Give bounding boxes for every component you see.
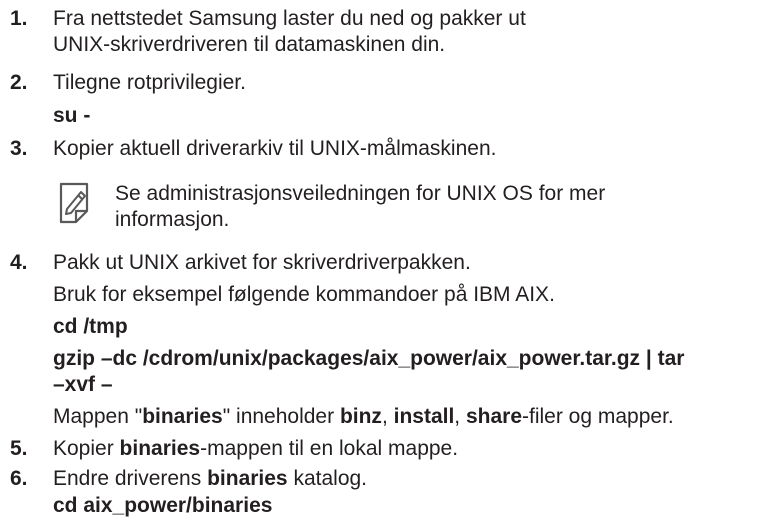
step-number: 1.: [10, 7, 28, 30]
bold-term: binaries: [142, 405, 223, 428]
note-pencil-icon: [59, 182, 89, 224]
instruction-page: 1. Fra nettstedet Samsung laster du ned …: [0, 0, 773, 518]
note-text: informasjon.: [115, 208, 230, 231]
step-number: 5.: [10, 437, 28, 460]
step-number: 6.: [10, 467, 28, 490]
text-run: Endre driverens: [53, 467, 208, 490]
command-text: –xvf –: [53, 373, 113, 396]
command-text: cd /tmp: [53, 315, 128, 338]
bold-term: install: [393, 405, 455, 428]
step-text: Bruk for eksempel følgende kommandoer på…: [53, 283, 555, 306]
text-run: Kopier: [53, 437, 120, 460]
text-run: " inneholder: [222, 405, 340, 428]
step-number: 3.: [10, 137, 28, 160]
step-number: 4.: [10, 251, 28, 274]
step-text: Pakk ut UNIX arkivet for skriverdriverpa…: [53, 251, 471, 274]
step-text: Endre driverens binaries katalog.: [53, 466, 367, 492]
step-text: Kopier aktuell driverarkiv til UNIX-målm…: [53, 137, 497, 160]
folder-description: Mappen "binaries" inneholder binz, insta…: [53, 404, 674, 430]
step-text: Fra nettstedet Samsung laster du ned og …: [53, 7, 526, 30]
command-text: gzip –dc /cdrom/unix/packages/aix_power/…: [53, 347, 685, 370]
text-run: -filer og mapper.: [522, 405, 674, 428]
note-text: Se administrasjonsveiledningen for UNIX …: [115, 182, 606, 205]
text-run: Mappen ": [53, 405, 143, 428]
command-text: su -: [53, 104, 91, 127]
text-run: ,: [381, 405, 394, 428]
bold-term: binz: [339, 405, 382, 428]
step-text: UNIX-skriverdriveren til datamaskinen di…: [53, 33, 446, 56]
step-number: 2.: [10, 71, 28, 94]
step-text: Kopier binaries-mappen til en lokal mapp…: [53, 436, 458, 462]
text-run: ,: [454, 405, 466, 428]
bold-term: binaries: [119, 437, 201, 460]
step-text: Tilegne rotprivilegier.: [53, 71, 246, 94]
command-text: cd aix_power/binaries: [53, 494, 273, 517]
bold-term: binaries: [207, 467, 288, 490]
text-run: -mappen til en lokal mappe.: [200, 437, 459, 460]
bold-term: share: [465, 405, 523, 428]
text-run: katalog.: [287, 467, 368, 490]
